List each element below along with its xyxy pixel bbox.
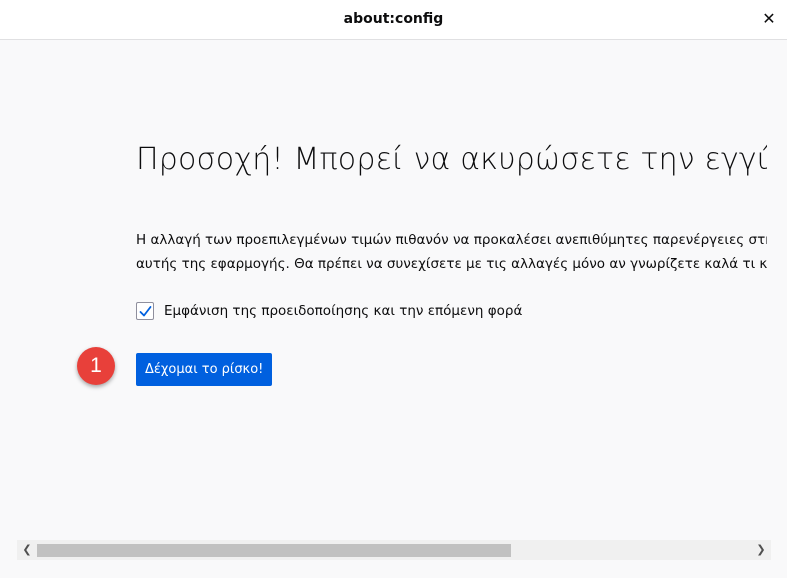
- show-warning-option[interactable]: Εμφάνιση της προειδοποίησης και την επόμ…: [136, 301, 522, 321]
- accept-risk-button[interactable]: Δέχομαι το ρίσκο!: [136, 353, 273, 386]
- scroll-left-arrow-icon[interactable]: ❮: [20, 543, 34, 557]
- warning-page: Προσοχή! Μπορεί να ακυρώσετε την εγγύηση…: [0, 40, 787, 540]
- step-number-badge: 1: [77, 347, 115, 385]
- close-icon[interactable]: ✕: [759, 9, 779, 29]
- checkmark-icon: [139, 306, 152, 317]
- warning-description-line-1: Η αλλαγή των προεπιλεγμένων τιμών πιθανό…: [136, 232, 767, 248]
- about-config-window: about:config ✕ Προσοχή! Μπορεί να ακυρώσ…: [0, 0, 787, 578]
- warning-headline: Προσοχή! Μπορεί να ακυρώσετε την εγγύηση…: [136, 142, 767, 177]
- scroll-right-arrow-icon[interactable]: ❯: [754, 543, 768, 557]
- warning-description: Η αλλαγή των προεπιλεγμένων τιμών πιθανό…: [136, 228, 767, 276]
- show-warning-checkbox[interactable]: [136, 302, 154, 320]
- warning-description-line-2: αυτής της εφαρμογής. Θα πρέπει να συνεχί…: [136, 256, 767, 272]
- window-title: about:config: [343, 11, 444, 27]
- scrollbar-thumb[interactable]: [37, 544, 511, 557]
- horizontal-scrollbar[interactable]: ❮ ❯: [17, 540, 771, 560]
- show-warning-label[interactable]: Εμφάνιση της προειδοποίησης και την επόμ…: [164, 303, 522, 319]
- title-bar: about:config ✕: [0, 0, 787, 40]
